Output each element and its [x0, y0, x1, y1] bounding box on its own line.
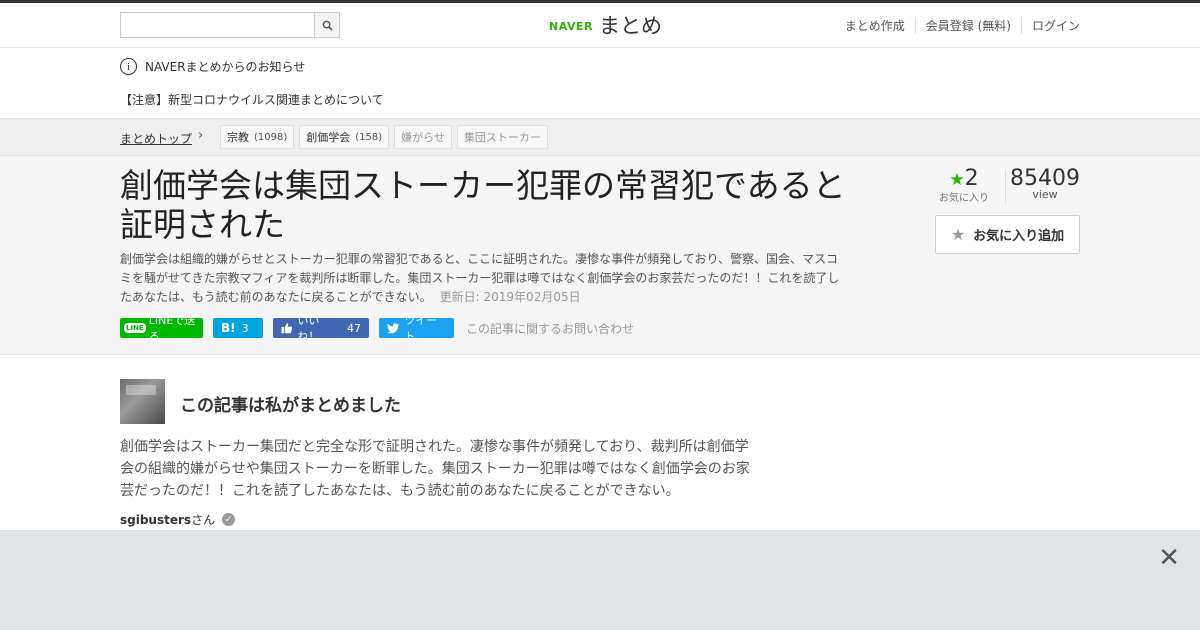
verified-check-icon: ✓ — [222, 513, 236, 526]
author-heading: この記事は私がまとめました — [180, 396, 401, 416]
search-box — [120, 12, 340, 38]
notice-link[interactable]: 【注意】新型コロナウイルス関連まとめについて — [120, 91, 384, 108]
line-icon: LINE — [124, 323, 146, 333]
author-suffix: さん — [191, 513, 216, 527]
updated-date: 更新日: 2019年02月05日 — [439, 290, 581, 304]
ad-banner: ✕ — [0, 530, 1200, 630]
author-intro: 創価学会はストーカー集団だと完全な形で証明された。凄惨な事件が頻発しており、裁判… — [120, 439, 750, 499]
search-input[interactable] — [121, 13, 314, 37]
views-stat: 85409 view — [1010, 166, 1080, 201]
info-icon: i — [120, 58, 137, 75]
author-username[interactable]: sgibusters — [120, 513, 191, 527]
facebook-like-button[interactable]: いいね！ 47 — [273, 314, 369, 343]
notice-area: i NAVERまとめからのお知らせ 【注意】新型コロナウイルス関連まとめについて — [0, 48, 1200, 118]
search-button[interactable] — [314, 13, 339, 37]
top-nav: まとめ作成 会員登録 (無料) ログイン — [835, 17, 1080, 34]
tweet-button[interactable]: ツイート — [379, 314, 454, 343]
tag-soka-gakkai[interactable]: 創価学会 (158) — [299, 125, 390, 149]
nav-register[interactable]: 会員登録 (無料) — [914, 17, 1021, 34]
article-title: 創価学会は集団ストーカー犯罪の常習犯であると証明された — [120, 166, 846, 244]
share-bar: LINE LINEで送る B! 3 いいね！ 47 ツイート この記事に関するお問い合… — [120, 314, 634, 343]
tweet-label: ツイート — [404, 314, 438, 343]
fb-label: いいね！ — [297, 314, 320, 343]
search-icon — [322, 20, 333, 31]
close-icon[interactable]: ✕ — [1158, 545, 1180, 571]
article-header: 創価学会は集団ストーカー犯罪の常習犯であると証明された 創価学会は組織的嫌がらせ… — [0, 156, 1200, 355]
tag-harassment[interactable]: 嫌がらせ — [394, 125, 452, 149]
inquiry-link[interactable]: この記事に関するお問い合わせ — [466, 320, 634, 337]
tag-label: 創価学会 — [306, 131, 351, 144]
favorites-count: 2 — [964, 166, 979, 191]
tag-count: (158) — [355, 131, 383, 143]
tag-label: 嫌がらせ — [401, 131, 445, 144]
hatena-bookmark-button[interactable]: B! 3 — [213, 318, 263, 338]
chevron-right-icon: › — [198, 128, 204, 143]
author-avatar[interactable] — [120, 379, 165, 424]
star-icon: ★ — [949, 170, 965, 190]
twitter-bird-icon — [387, 322, 400, 333]
author-section: この記事は私がまとめました 創価学会はストーカー集団だと完全な形で証明された。凄… — [0, 355, 1200, 530]
nav-create-matome[interactable]: まとめ作成 — [835, 17, 915, 34]
site-logo[interactable]: NAVER まとめ — [549, 10, 662, 40]
logo-naver: NAVER — [549, 20, 593, 33]
add-favorite-button[interactable]: ★ お気に入り追加 — [935, 215, 1080, 254]
tag-religion[interactable]: 宗教 (1098) — [220, 125, 295, 149]
thumbs-up-icon — [281, 323, 293, 334]
breadcrumb-top[interactable]: まとめトップ — [120, 130, 192, 147]
notice-title: NAVERまとめからのお知らせ — [145, 60, 306, 74]
author-name: sgibusters さん ✓ — [120, 511, 236, 528]
line-share-button[interactable]: LINE LINEで送る — [120, 314, 203, 343]
logo-matome: まとめ — [598, 14, 662, 38]
favorites-label: お気に入り — [939, 193, 989, 204]
tag-label: 宗教 — [227, 131, 249, 144]
favorites-stat: ★2 お気に入り — [935, 166, 993, 204]
fb-count: 47 — [347, 321, 361, 335]
article-description: 創価学会は組織的嫌がらせとストーカー犯罪の常習犯であると、ここに証明された。凄惨… — [120, 250, 845, 307]
hatena-icon: B! — [221, 321, 236, 335]
line-label: LINEで送る — [148, 314, 196, 343]
tag-label: 集団ストーカー — [463, 131, 541, 144]
stats-divider — [1005, 170, 1006, 204]
hatena-count: 3 — [241, 321, 249, 335]
add-favorite-label: お気に入り追加 — [973, 229, 1065, 244]
tag-count: (1098) — [254, 131, 288, 143]
star-outline-icon: ★ — [950, 225, 966, 244]
nav-login[interactable]: ログイン — [1020, 17, 1080, 34]
top-bar: NAVER まとめ まとめ作成 会員登録 (無料) ログイン — [0, 0, 1200, 48]
tag-gang-stalker[interactable]: 集団ストーカー — [456, 125, 548, 149]
breadcrumb: まとめトップ › 宗教 (1098) 創価学会 (158) 嫌がらせ 集団ストーカー — [0, 118, 1200, 156]
